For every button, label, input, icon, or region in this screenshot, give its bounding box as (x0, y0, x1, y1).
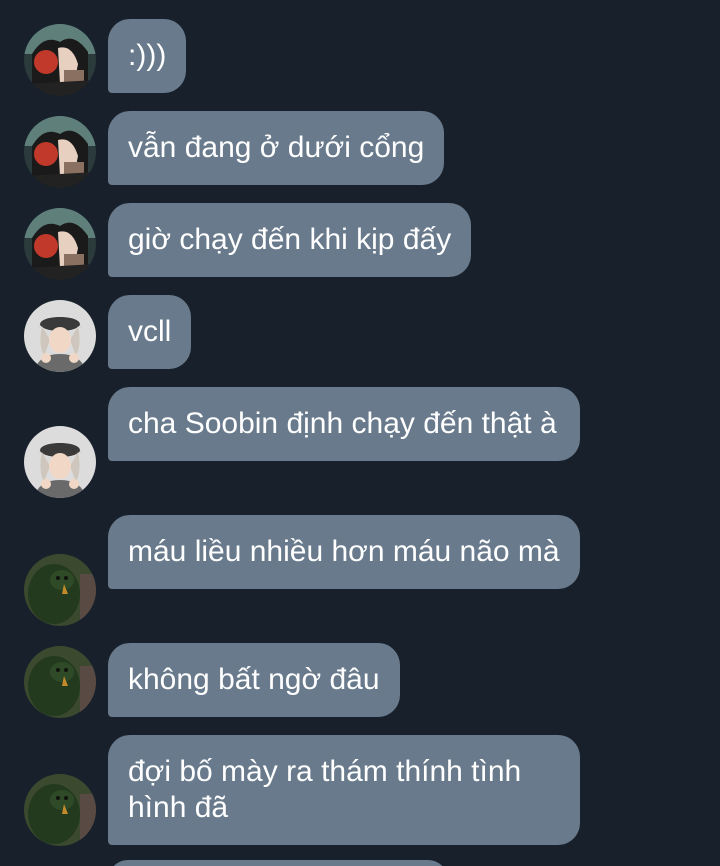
avatar-green-figure-icon (24, 646, 96, 718)
message-text: cha Soobin định chạy đến thật à (128, 407, 557, 440)
message-text: vẫn đang ở dưới cổng (128, 131, 425, 164)
message-bubble[interactable]: máu liều nhiều hơn máu não mà (108, 515, 580, 589)
avatar[interactable] (24, 646, 96, 718)
avatar[interactable] (24, 554, 96, 626)
message-text: vcll (128, 315, 172, 348)
message-text: :))) (128, 39, 167, 72)
avatar[interactable] (24, 774, 96, 846)
chat-thread[interactable]: :))) vẫn đang ở dưới cổng giờ chạy đến k… (0, 0, 720, 866)
avatar-anime-icon (24, 208, 96, 280)
avatar[interactable] (24, 208, 96, 280)
avatar-cap-person-icon (24, 300, 96, 372)
avatar-cap-person-icon (24, 426, 96, 498)
message-text: đợi bố mày ra thám thính tình hình đã (128, 755, 522, 824)
avatar-anime-icon (24, 24, 96, 96)
message-bubble[interactable]: vẫn đang ở dưới cổng (108, 111, 445, 185)
message-text: máu liều nhiều hơn máu não mà (128, 535, 560, 568)
message-bubble[interactable]: cha Soobin định chạy đến thật à (108, 387, 580, 461)
message-bubble[interactable]: :))) (108, 19, 187, 93)
message-text: giờ chạy đến khi kịp đấy (128, 223, 452, 256)
message-text: không bất ngờ đâu (128, 663, 380, 696)
avatar[interactable] (24, 426, 96, 498)
avatar[interactable] (24, 24, 96, 96)
message-bubble[interactable]: không bất ngờ đâu (108, 643, 400, 717)
message-bubble[interactable]: đợi bố mày ra thám thính tình hình đã (108, 735, 580, 845)
avatar-anime-icon (24, 116, 96, 188)
message-bubble[interactable]: giờ chạy đến khi kịp đấy (108, 203, 472, 277)
message-bubble-partial[interactable] (108, 860, 448, 866)
avatar[interactable] (24, 300, 96, 372)
message-bubble[interactable]: vcll (108, 295, 192, 369)
avatar[interactable] (24, 116, 96, 188)
avatar-green-figure-icon (24, 774, 96, 846)
avatar-green-figure-icon (24, 554, 96, 626)
